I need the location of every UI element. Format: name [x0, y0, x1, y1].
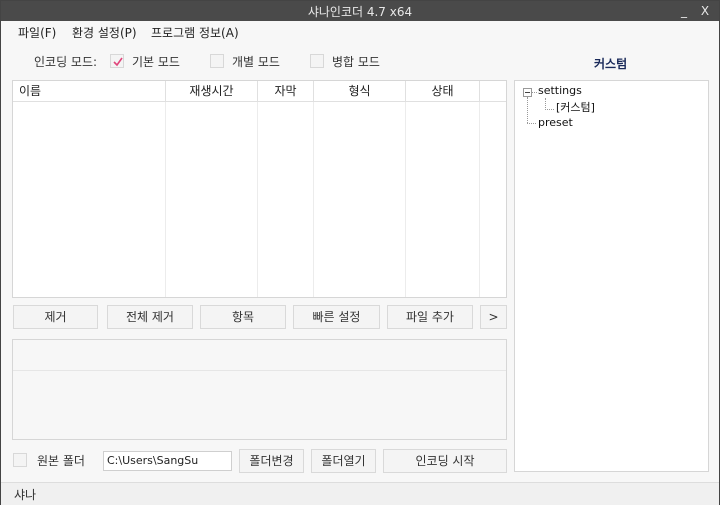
- column-divider: [313, 102, 314, 297]
- checkmark-icon: [113, 57, 123, 67]
- tree-connector: [527, 97, 528, 123]
- column-header-subtitle[interactable]: 자막: [258, 81, 314, 102]
- menu-file[interactable]: 파일(F): [18, 24, 56, 41]
- column-header-status[interactable]: 상태: [406, 81, 480, 102]
- remove-all-button[interactable]: 전체 제거: [107, 305, 193, 329]
- status-text: 샤나: [14, 488, 37, 502]
- tree-connector: [545, 109, 554, 110]
- output-folder-input[interactable]: C:\Users\SangSu: [103, 451, 232, 471]
- menu-about[interactable]: 프로그램 정보(A): [151, 24, 239, 41]
- basic-mode-checkbox[interactable]: [110, 54, 124, 68]
- individual-mode-checkbox[interactable]: [210, 54, 224, 68]
- tree-node-settings[interactable]: settings: [538, 84, 582, 97]
- menu-bar: 파일(F) 환경 설정(P) 프로그램 정보(A): [1, 21, 719, 43]
- column-header-duration[interactable]: 재생시간: [166, 81, 258, 102]
- window-title: 샤나인코더 4.7 x64: [307, 5, 413, 19]
- menu-preferences[interactable]: 환경 설정(P): [72, 24, 137, 41]
- tree-node-preset[interactable]: preset: [538, 116, 573, 129]
- quick-settings-button[interactable]: 빠른 설정: [293, 305, 380, 329]
- column-divider: [479, 102, 480, 297]
- individual-mode-label: 개별 모드: [232, 55, 280, 69]
- status-bar: 샤나: [1, 482, 719, 505]
- app-window: 샤나인코더 4.7 x64 _ X 파일(F) 환경 설정(P) 프로그램 정보…: [0, 0, 720, 505]
- items-button[interactable]: 항목: [200, 305, 286, 329]
- column-divider: [165, 102, 166, 297]
- column-header-format[interactable]: 형식: [314, 81, 406, 102]
- start-encoding-button[interactable]: 인코딩 시작: [383, 449, 507, 473]
- log-row-divider: [13, 370, 506, 371]
- tree-collapse-icon[interactable]: [523, 88, 532, 97]
- minimize-button[interactable]: _: [675, 2, 693, 20]
- tree-connector: [532, 92, 537, 93]
- encoding-mode-label: 인코딩 모드:: [34, 55, 98, 69]
- basic-mode-label: 기본 모드: [132, 55, 180, 69]
- tree-connector: [527, 123, 536, 124]
- file-list-table[interactable]: 이름 재생시간 자막 형식 상태: [12, 80, 507, 298]
- remove-button[interactable]: 제거: [13, 305, 98, 329]
- merge-mode-label: 병합 모드: [332, 55, 380, 69]
- column-divider: [257, 102, 258, 297]
- column-header-filler: [480, 81, 506, 102]
- log-panel: [12, 339, 507, 440]
- more-button[interactable]: >: [480, 305, 507, 329]
- settings-tree[interactable]: settings [커스텀] preset: [514, 80, 709, 472]
- close-button[interactable]: X: [696, 2, 714, 20]
- custom-panel-title: 커스텀: [594, 57, 628, 71]
- merge-mode-checkbox[interactable]: [310, 54, 324, 68]
- column-header-name[interactable]: 이름: [13, 81, 166, 102]
- open-folder-button[interactable]: 폴더열기: [311, 449, 376, 473]
- change-folder-button[interactable]: 폴더변경: [239, 449, 304, 473]
- add-file-button[interactable]: 파일 추가: [387, 305, 473, 329]
- source-folder-label: 원본 폴더: [37, 454, 85, 468]
- column-divider: [405, 102, 406, 297]
- tree-node-custom[interactable]: [커스텀]: [556, 99, 595, 115]
- title-bar[interactable]: 샤나인코더 4.7 x64 _ X: [1, 1, 719, 21]
- source-folder-checkbox[interactable]: [13, 453, 27, 467]
